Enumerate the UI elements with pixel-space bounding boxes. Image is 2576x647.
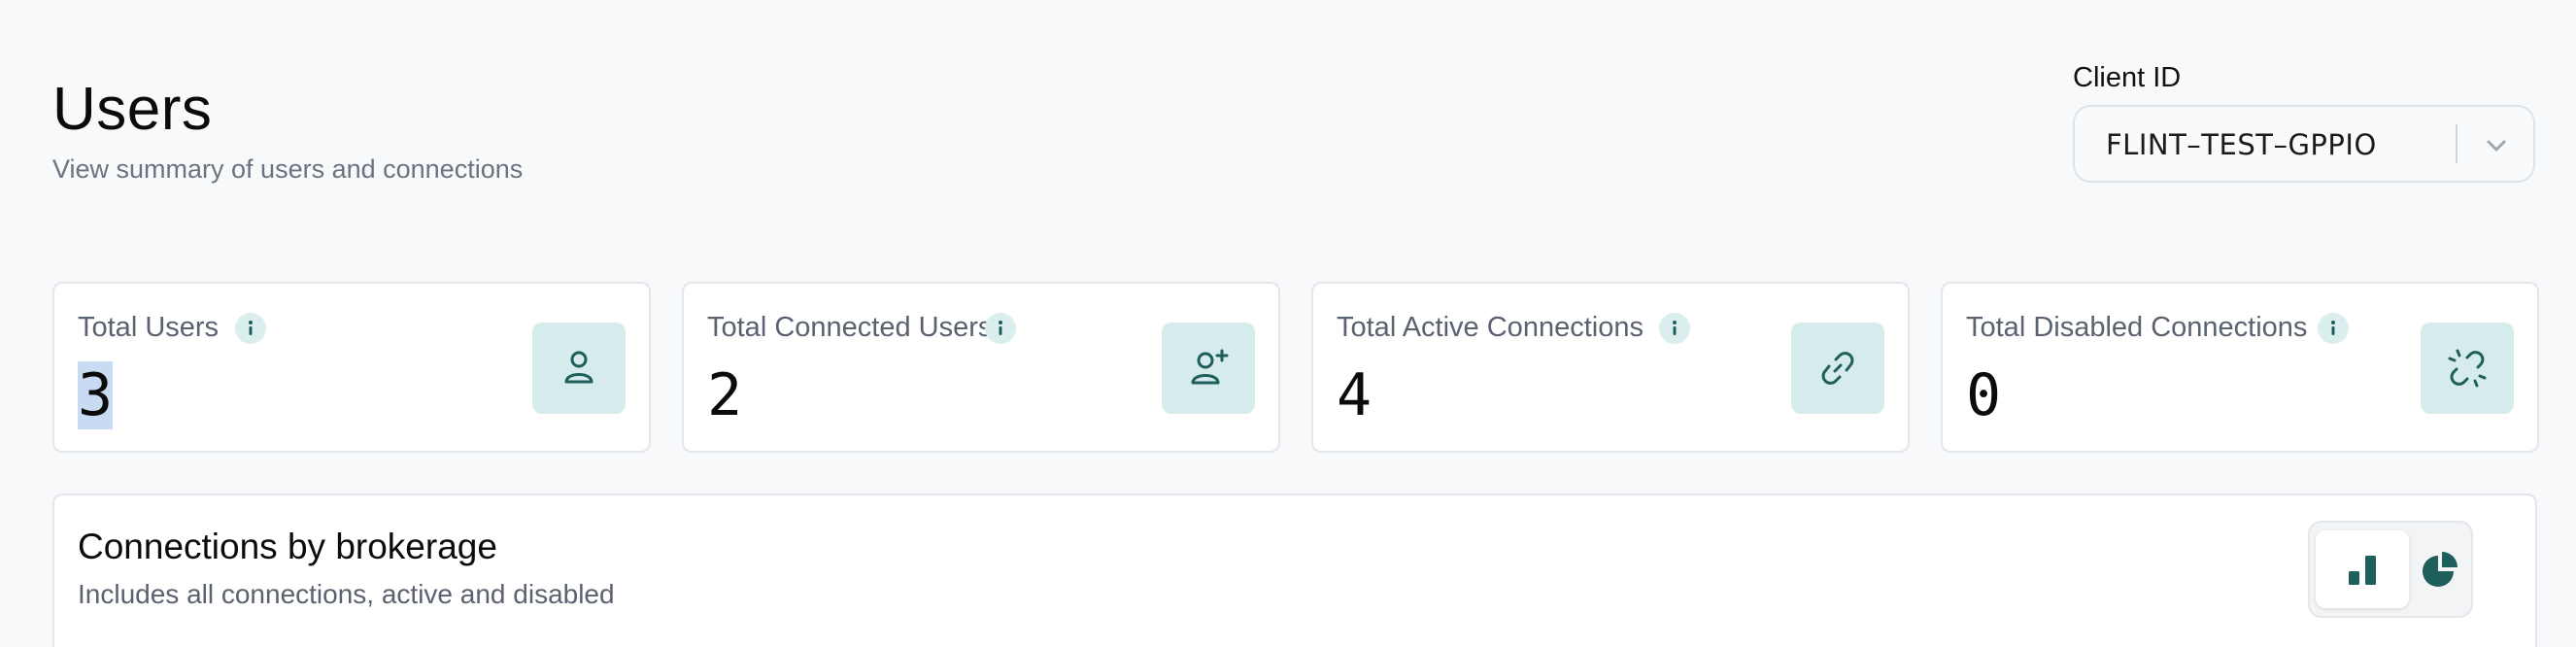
- chevron-down-icon[interactable]: [2479, 128, 2514, 163]
- client-id-label: Client ID: [2073, 62, 2182, 93]
- panel-title: Connections by brokerage: [78, 527, 497, 566]
- stat-label: Total Active Connections: [1337, 312, 1644, 343]
- stat-card-connected-users: Total Connected Users 2: [682, 282, 1280, 453]
- user-plus-icon: [1162, 323, 1255, 414]
- stats-row: Total Users 3 Total Connected Users 2 To…: [52, 282, 2539, 455]
- client-id-select[interactable]: FLINT–TEST–GPPIO: [2073, 105, 2535, 183]
- info-icon[interactable]: [2318, 313, 2349, 344]
- info-icon[interactable]: [985, 313, 1016, 344]
- chart-type-toggle: [2308, 521, 2473, 618]
- stat-value: 4: [1337, 361, 1373, 429]
- select-divider: [2456, 124, 2457, 163]
- stat-label: Total Users: [78, 312, 220, 343]
- panel-subtitle: Includes all connections, active and dis…: [78, 579, 615, 609]
- client-id-value: FLINT–TEST–GPPIO: [2106, 128, 2377, 161]
- stat-card-disabled-connections: Total Disabled Connections 0: [1941, 282, 2539, 453]
- pie-chart-button[interactable]: [2411, 530, 2469, 608]
- stat-value: 0: [1966, 361, 2002, 429]
- page-subtitle: View summary of users and connections: [52, 154, 524, 184]
- broken-link-icon: [2421, 323, 2514, 414]
- stat-label: Total Disabled Connections: [1966, 312, 2308, 343]
- stat-card-total-users: Total Users 3: [52, 282, 651, 453]
- stat-label: Total Connected Users: [707, 312, 993, 343]
- info-icon[interactable]: [1659, 313, 1690, 344]
- bar-chart-icon: [2349, 556, 2376, 585]
- info-icon[interactable]: [235, 313, 266, 344]
- connections-by-brokerage-panel: Connections by brokerage Includes all co…: [52, 494, 2537, 647]
- pie-chart-icon: [2423, 552, 2457, 587]
- users-page: Users View summary of users and connecti…: [0, 0, 2576, 647]
- stat-value: 2: [707, 361, 743, 429]
- stat-card-active-connections: Total Active Connections 4: [1311, 282, 1910, 453]
- bar-chart-button[interactable]: [2316, 530, 2409, 608]
- page-title: Users: [52, 76, 213, 143]
- link-icon: [1791, 323, 1884, 414]
- user-icon: [532, 323, 626, 414]
- stat-value: 3: [78, 361, 114, 429]
